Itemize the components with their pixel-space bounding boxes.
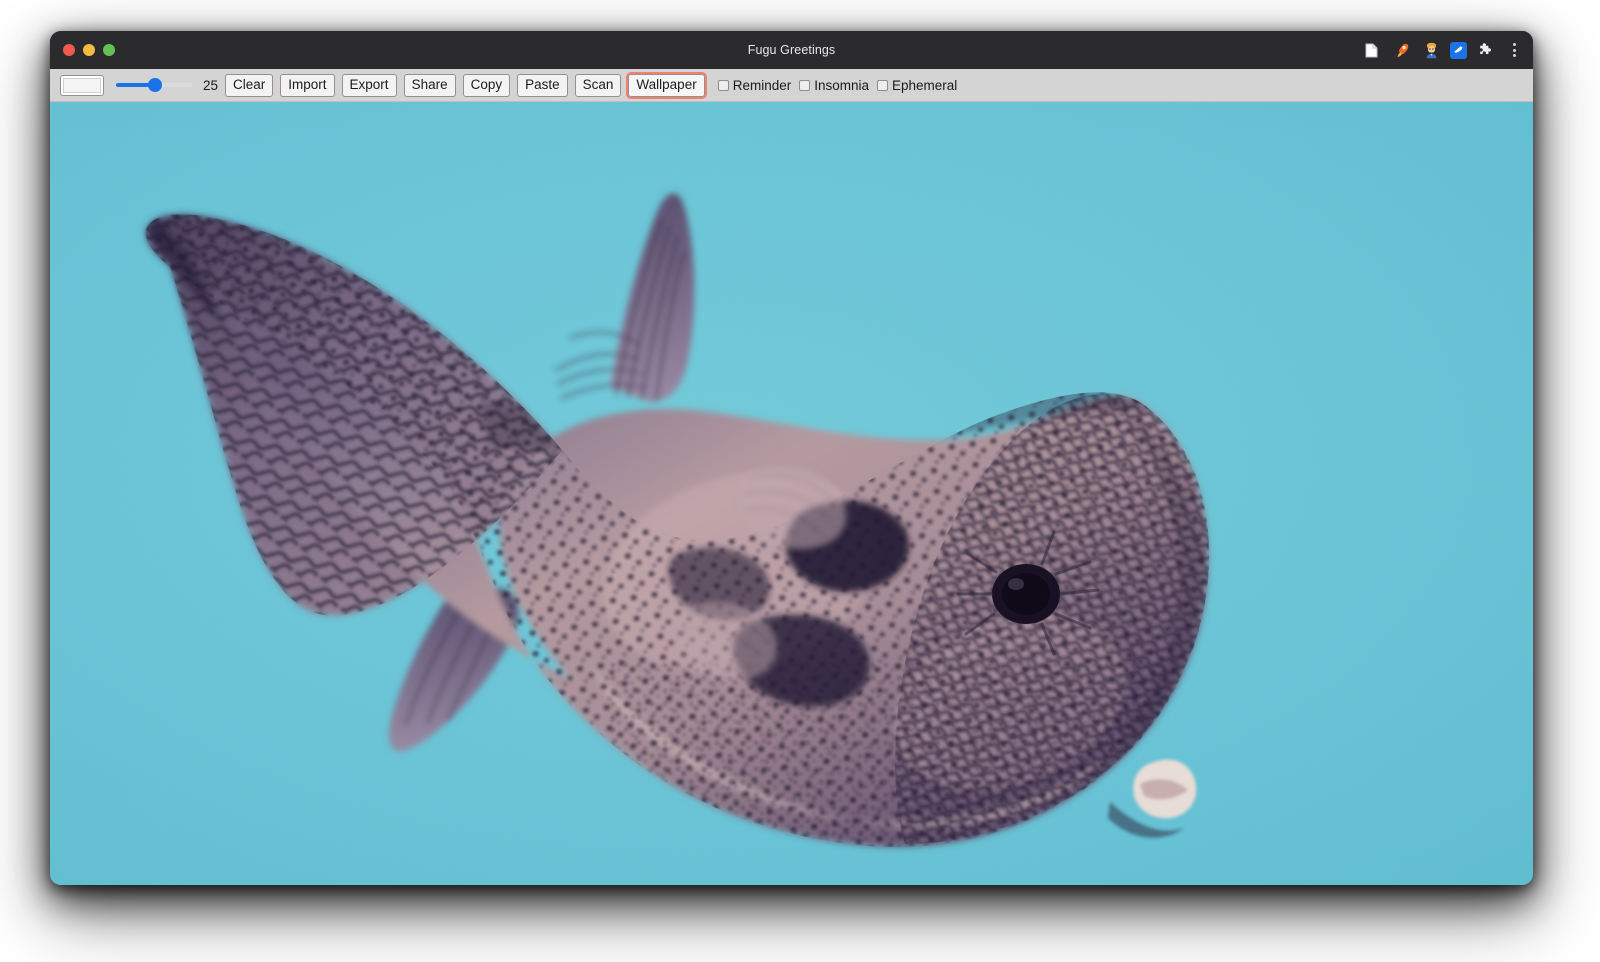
browser-window: Fugu Greetings	[50, 31, 1533, 885]
maximize-window-button[interactable]	[103, 44, 115, 56]
close-window-button[interactable]	[63, 44, 75, 56]
import-button[interactable]: Import	[280, 74, 334, 97]
slider-thumb[interactable]	[148, 78, 162, 92]
insomnia-checkbox[interactable]: Insomnia	[799, 78, 869, 93]
slider-fill	[116, 83, 152, 87]
reminder-checkbox-label: Reminder	[733, 78, 792, 93]
window-title: Fugu Greetings	[50, 43, 1533, 57]
rocket-icon[interactable]	[1390, 39, 1412, 61]
ephemeral-checkbox-box[interactable]	[877, 80, 888, 91]
overflow-menu-icon[interactable]	[1505, 39, 1523, 61]
reminder-checkbox-box[interactable]	[718, 80, 729, 91]
traffic-light-group	[50, 44, 115, 56]
drawing-canvas[interactable]	[50, 102, 1533, 885]
reminder-checkbox[interactable]: Reminder	[718, 78, 792, 93]
minimize-window-button[interactable]	[83, 44, 95, 56]
screen: Fugu Greetings	[0, 0, 1600, 962]
ephemeral-checkbox[interactable]: Ephemeral	[877, 78, 957, 93]
export-button[interactable]: Export	[342, 74, 397, 97]
share-button[interactable]: Share	[404, 74, 456, 97]
sync-icon[interactable]	[1450, 42, 1467, 59]
wallpaper-button[interactable]: Wallpaper	[628, 74, 704, 97]
paste-button[interactable]: Paste	[517, 74, 568, 97]
color-picker[interactable]	[60, 75, 104, 96]
slider-value-label: 25	[200, 78, 218, 93]
scan-button[interactable]: Scan	[575, 74, 622, 97]
extensions-puzzle-icon[interactable]	[1475, 39, 1497, 61]
title-bar: Fugu Greetings	[50, 31, 1533, 69]
person-icon[interactable]	[1420, 39, 1442, 61]
clear-button[interactable]: Clear	[225, 74, 273, 97]
ephemeral-checkbox-label: Ephemeral	[892, 78, 957, 93]
insomnia-checkbox-label: Insomnia	[814, 78, 869, 93]
insomnia-checkbox-box[interactable]	[799, 80, 810, 91]
pen-size-slider[interactable]	[116, 77, 192, 93]
app-toolbar: 25 Clear Import Export Share Copy Paste …	[50, 69, 1533, 102]
page-icon[interactable]	[1360, 39, 1382, 61]
title-bar-actions	[1360, 31, 1523, 69]
copy-button[interactable]: Copy	[463, 74, 511, 97]
